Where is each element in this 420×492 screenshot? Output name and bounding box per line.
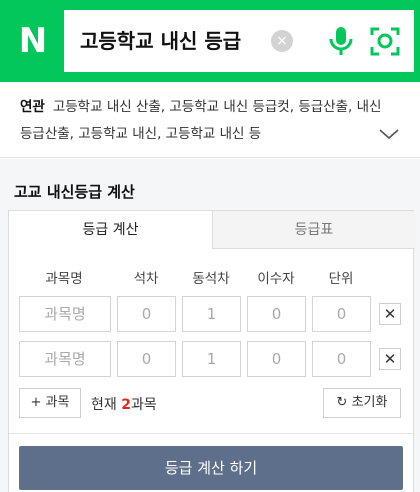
delete-row-button[interactable]: ✕ xyxy=(379,303,401,325)
tab-grade-table[interactable]: 등급표 xyxy=(212,211,415,249)
related-keywords[interactable]: 고등학교 내신 산출, 고등학교 내신 등급컷, 등급산출, 내신등급산출, 고… xyxy=(20,99,381,142)
tab-grade-calc[interactable]: 등급 계산 xyxy=(9,211,212,249)
tie-input[interactable]: 1 xyxy=(182,296,241,332)
related-searches-text: 연관 고등학교 내신 산출, 고등학교 내신 등급컷, 등급산출, 내신등급산출,… xyxy=(20,94,390,148)
column-header-units: 단위 xyxy=(328,271,354,287)
units-input[interactable]: 0 xyxy=(312,296,371,332)
column-header-rank: 석차 xyxy=(133,271,159,287)
students-input[interactable]: 0 xyxy=(247,296,306,332)
subject-name-input[interactable]: 과목명 xyxy=(19,341,111,377)
calculator-card: 등급 계산 등급표 과목명 석차 동석차 이수자 단위 과목명 0 1 0 0 … xyxy=(8,210,415,492)
count-suffix: 과목 xyxy=(130,397,157,413)
subject-name-input[interactable]: 과목명 xyxy=(19,296,111,332)
divider xyxy=(9,433,413,434)
count-prefix: 현재 xyxy=(91,397,122,413)
related-searches: 연관 고등학교 내신 산출, 고등학교 내신 등급컷, 등급산출, 내신등급산출,… xyxy=(0,82,420,158)
column-header-tie: 동석차 xyxy=(192,271,230,287)
add-subject-button[interactable]: + 과목 xyxy=(19,388,81,418)
column-header-subject: 과목명 xyxy=(45,271,83,287)
students-input[interactable]: 0 xyxy=(247,341,306,377)
search-input[interactable]: 고등학교 내신 등급 × xyxy=(64,10,414,72)
count-number: 2 xyxy=(121,397,131,413)
units-input[interactable]: 0 xyxy=(312,341,371,377)
microphone-icon[interactable] xyxy=(324,24,358,58)
clear-icon[interactable]: × xyxy=(271,30,293,52)
reset-button[interactable]: ↻ 초기화 xyxy=(323,388,401,418)
rank-input[interactable]: 0 xyxy=(117,296,176,332)
tie-input[interactable]: 1 xyxy=(182,341,241,377)
delete-row-button[interactable]: ✕ xyxy=(379,348,401,370)
calculator-title: 고교 내신등급 계산 xyxy=(14,183,135,201)
naver-logo[interactable]: N xyxy=(6,14,60,68)
calculate-grade-button[interactable]: 등급 계산 하기 xyxy=(19,446,403,490)
search-header: N 고등학교 내신 등급 × xyxy=(0,0,420,82)
search-query-text[interactable]: 고등학교 내신 등급 xyxy=(80,10,241,72)
logo-letter: N xyxy=(18,21,48,61)
column-header-students: 이수자 xyxy=(257,271,295,287)
rank-input[interactable]: 0 xyxy=(117,341,176,377)
lens-search-icon[interactable] xyxy=(370,26,400,56)
subject-count: 현재 2과목 xyxy=(91,394,157,414)
related-label: 연관 xyxy=(20,99,45,115)
grade-calculator: 고교 내신등급 계산 등급 계산 등급표 과목명 석차 동석차 이수자 단위 과… xyxy=(0,159,420,492)
chevron-down-icon[interactable] xyxy=(378,126,400,142)
